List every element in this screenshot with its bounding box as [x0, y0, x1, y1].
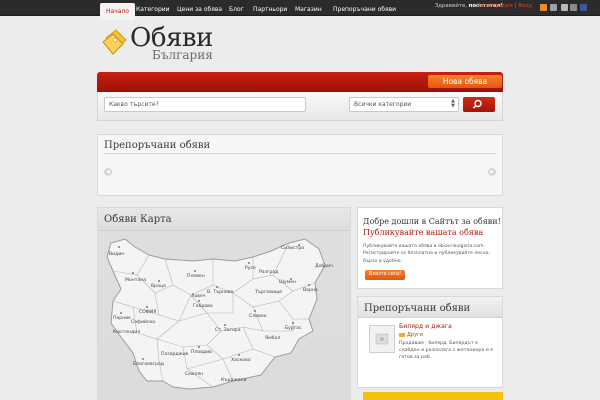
separator-icon — [570, 4, 577, 11]
featured-carousel: Препоръчани обяви — [97, 134, 503, 196]
category-select[interactable]: Всички категории ▲ ▼ — [349, 97, 459, 112]
svg-text:Плевен: Плевен — [187, 273, 205, 279]
nav-item-partners[interactable]: Партньори — [253, 0, 287, 20]
yellow-banner — [363, 392, 503, 400]
nav-item-home[interactable]: Начало — [100, 3, 135, 20]
svg-text:Враца: Враца — [151, 283, 166, 289]
login-now-button[interactable]: Влезте сега! — [365, 270, 405, 280]
svg-text:Софийска: Софийска — [131, 318, 155, 325]
svg-text:Пловдив: Пловдив — [191, 349, 212, 355]
price-tag-icon — [102, 29, 127, 55]
svg-text:Габрово: Габрово — [193, 303, 213, 309]
svg-text:Пазарджик: Пазарджик — [161, 351, 189, 357]
nav-item-shop[interactable]: Магазин — [295, 0, 322, 20]
svg-text:Русе: Русе — [245, 265, 256, 271]
svg-text:Ямбол: Ямбол — [265, 335, 280, 341]
login-link[interactable]: Вход — [518, 3, 532, 9]
rss-icon[interactable] — [540, 4, 547, 11]
category-select-value: Всички категории — [354, 101, 412, 108]
bulgaria-map[interactable]: Видин Монтана Враца Плевен Русе Разград … — [103, 235, 339, 400]
search-icon — [472, 99, 482, 109]
greeting-text: Здравейте, — [434, 3, 469, 9]
svg-text:Благоевград: Благоевград — [133, 361, 164, 367]
facebook-icon[interactable] — [580, 4, 587, 11]
svg-text:Кърджали: Кърджали — [221, 377, 246, 383]
svg-text:В. Търново: В. Търново — [207, 289, 234, 295]
search-button[interactable] — [463, 97, 495, 112]
buzz-icon[interactable] — [561, 4, 568, 11]
search-input[interactable]: Какво търсите? — [104, 97, 306, 112]
carousel-next-icon[interactable]: ▶ — [488, 168, 496, 176]
item-thumbnail[interactable] — [369, 325, 395, 353]
svg-text:Кюстендил: Кюстендил — [113, 329, 140, 335]
new-ad-button[interactable]: Нова обява — [428, 75, 502, 88]
welcome-text: Публикувайте вашата обява в obiavi-bulga… — [363, 244, 490, 264]
svg-text:Търговище: Търговище — [254, 289, 282, 295]
map-title: Обяви Карта — [104, 214, 172, 225]
carousel-prev-icon[interactable]: ◀ — [104, 168, 112, 176]
folder-icon — [399, 333, 405, 337]
item-description: Продавам - билярд. Билярдът е снабден и … — [399, 341, 494, 360]
nav-item-categories[interactable]: Категории — [136, 0, 170, 20]
svg-text:Сливен: Сливен — [249, 313, 267, 319]
list-icon[interactable] — [550, 4, 557, 11]
svg-text:Ловеч: Ловеч — [191, 293, 206, 299]
svg-text:Смолян: Смолян — [185, 371, 203, 377]
welcome-subheading: Публикувайте вашата обява — [363, 228, 484, 237]
svg-text:Добрич: Добрич — [315, 263, 333, 269]
divider — [104, 153, 496, 154]
svg-text:Ст. Загора: Ст. Загора — [215, 327, 241, 333]
image-placeholder-icon — [375, 333, 389, 345]
svg-text:Видин: Видин — [109, 251, 124, 257]
nav-item-blog[interactable]: Блог — [229, 0, 244, 20]
svg-text:Силистра: Силистра — [281, 245, 304, 251]
svg-text:Шумен: Шумен — [279, 279, 296, 285]
account-links: Регистрация | Вход — [477, 3, 532, 9]
item-category[interactable]: Други — [407, 332, 423, 338]
svg-text:Разград: Разград — [259, 269, 278, 275]
logo-subtitle: България — [152, 48, 213, 62]
divider — [98, 230, 350, 231]
svg-text:СОФИЯ: СОФИЯ — [139, 309, 156, 315]
link-separator: | — [514, 3, 517, 9]
item-title[interactable]: Билярд и джага — [399, 323, 452, 330]
nav-item-prices[interactable]: Цени за обява — [177, 0, 222, 20]
select-arrows-icon: ▲ ▼ — [451, 98, 455, 109]
svg-text:Бургас: Бургас — [285, 325, 302, 331]
svg-text:Хасково: Хасково — [231, 357, 251, 363]
featured-sidebar-title: Препоръчани обяви — [364, 303, 471, 314]
svg-text:Монтана: Монтана — [125, 277, 146, 283]
register-link[interactable]: Регистрация — [477, 3, 513, 9]
nav-item-featured[interactable]: Препоръчани обяви — [333, 0, 396, 20]
featured-title: Препоръчани обяви — [104, 140, 211, 151]
svg-text:Перник: Перник — [113, 315, 131, 321]
svg-text:Варна: Варна — [303, 287, 318, 293]
welcome-heading: Добре дошли в Сайтът за обяви! — [363, 217, 501, 226]
